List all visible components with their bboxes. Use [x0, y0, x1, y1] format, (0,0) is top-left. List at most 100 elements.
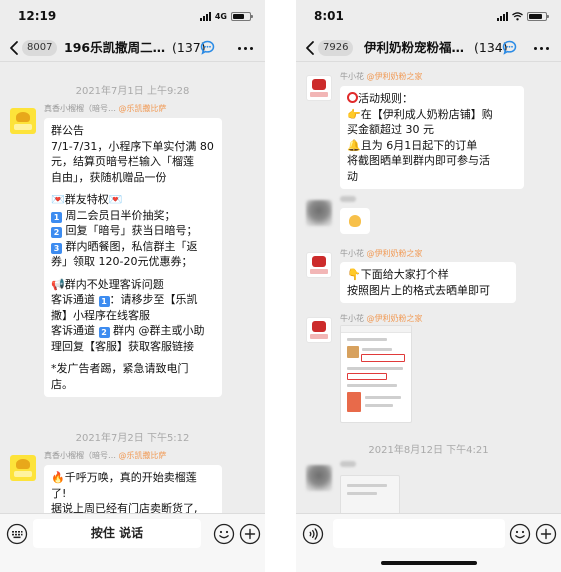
unread-count-badge[interactable]: 7926 — [318, 40, 354, 56]
avatar[interactable] — [306, 200, 332, 226]
message-line: 群友特权 — [64, 193, 109, 206]
more-icon[interactable] — [534, 47, 549, 50]
message-line: 据说上周已经有门店卖断货了, — [51, 502, 198, 513]
chat-header: 8007 196乐凯撒周二… (137) — [0, 34, 265, 62]
keycap-three-icon: 3 — [51, 242, 62, 254]
avatar[interactable] — [10, 108, 36, 134]
message-line: 理回复【客服】获取客服链接 — [51, 339, 194, 353]
back-icon[interactable] — [8, 40, 20, 56]
avatar[interactable] — [306, 317, 332, 343]
message-line: 买金额超过 30 元 — [347, 123, 434, 136]
avatar[interactable] — [306, 465, 332, 491]
message-text-input[interactable] — [333, 519, 505, 548]
sender-group-tag: @乐凯撒比萨 — [118, 104, 167, 113]
heart-icon: 💌 — [108, 193, 123, 206]
avatar[interactable] — [306, 75, 332, 101]
status-indicators: 4G — [199, 10, 253, 22]
sender-name: 真香小榴榴（暗号… @乐凯撒比萨 — [44, 103, 167, 114]
message-line: 店。 — [51, 377, 73, 391]
network-label: 4G — [214, 11, 227, 21]
timestamp: 2021年7月1日 上午9:28 — [75, 86, 190, 97]
chat-header: 7926 伊利奶粉宠粉福… (134) — [296, 34, 561, 62]
sender-nickname: 牛小花 — [340, 249, 364, 258]
more-icon[interactable] — [238, 47, 253, 50]
timestamp: 2021年7月2日 下午5:12 — [75, 433, 190, 444]
keycap-one-icon: 1 — [51, 211, 62, 223]
image-message-thumbnail[interactable] — [340, 325, 412, 423]
hold-to-talk-button[interactable]: 按住 说话 — [33, 519, 201, 548]
avatar[interactable] — [306, 252, 332, 278]
battery-icon — [527, 11, 549, 21]
back-icon[interactable] — [304, 40, 316, 56]
battery-icon — [231, 11, 253, 21]
avatar[interactable] — [10, 455, 36, 481]
thumbnail-text-line — [362, 348, 392, 351]
message-line: 撒】小程序在线客服 — [51, 308, 150, 322]
thumbnail-text-line — [347, 492, 377, 495]
status-time: 8:01 — [314, 9, 344, 23]
thumbnail-text-line — [347, 338, 387, 341]
status-time: 12:19 — [18, 9, 57, 23]
status-bar: 8:01 — [296, 0, 561, 34]
home-indicator[interactable] — [380, 561, 477, 565]
voice-icon[interactable] — [302, 523, 324, 545]
left-phone-screen: 12:19 4G 8007 196乐凯撒周二… (137) 2021年7月1日 … — [0, 0, 265, 572]
message-line: 7/1-7/31，小程序下单实付满 80 — [51, 139, 214, 153]
chat-title: 伊利奶粉宠粉福… — [364, 40, 465, 55]
message-line: 周二会员日半价抽奖； — [65, 208, 176, 222]
sender-nickname: 牛小花 — [340, 72, 364, 81]
unread-count-badge[interactable]: 8007 — [22, 40, 58, 56]
sender-nickname: 真香小榴榴（暗号… — [44, 104, 116, 113]
fire-icon: 🔥 — [51, 471, 65, 484]
wifi-icon — [512, 11, 523, 20]
pointing-hand-icon: 👉 — [347, 107, 361, 121]
message-bubble[interactable]: 👇下面给大家打个样 按照图片上的格式去晒单即可 — [340, 262, 516, 303]
thumbnail-highlight-box — [361, 354, 405, 362]
sender-name: 牛小花 @伊利奶粉之家 — [340, 313, 423, 324]
bell-icon: 🔔 — [347, 138, 361, 152]
thumbnail-text-line — [347, 384, 397, 387]
thumbnail-highlight-box — [347, 373, 387, 380]
timestamp: 2021年8月12日 下午4:21 — [368, 445, 489, 456]
keyboard-icon[interactable] — [6, 523, 28, 545]
message-line: 群内不处理客诉问题 — [64, 277, 164, 291]
sender-name: 牛小花 @伊利奶粉之家 — [340, 248, 423, 259]
emoji-icon[interactable] — [213, 523, 235, 545]
thumbnail-header — [341, 326, 411, 333]
message-bubble[interactable]: 🔥千呼万唤，真的开始卖榴莲 了! 据说上周已经有门店卖断货了, — [44, 465, 222, 513]
keycap-two-icon: 2 — [51, 227, 62, 238]
speech-bubble-icon — [200, 40, 215, 55]
sender-group-tag: @伊利奶粉之家 — [366, 72, 423, 81]
message-line: 且为 6月1日起下的订单 — [360, 138, 478, 152]
message-line: 回复「暗号」获当日暗号； — [65, 224, 198, 237]
status-indicators — [497, 10, 549, 22]
sender-nickname: 真香小榴榴（暗号… — [44, 451, 116, 460]
emoji-icon[interactable] — [509, 523, 531, 545]
message-line: 券」领取 120-20元优惠券； — [51, 255, 193, 268]
red-circle-icon — [347, 92, 358, 103]
image-message-thumbnail[interactable] — [340, 475, 400, 513]
sender-group-tag: @伊利奶粉之家 — [366, 249, 423, 258]
plus-icon[interactable] — [535, 523, 557, 545]
message-line: 下面给大家打个样 — [360, 268, 449, 281]
message-bubble-rules[interactable]: 活动规则： 👉在【伊利成人奶粉店铺】购 买金额超过 30 元 🔔且为 6月1日起… — [340, 86, 524, 189]
message-line: *发广告者踢，紧急请致电门 — [51, 362, 189, 375]
message-line: 群内 @群主或小助 — [113, 324, 205, 337]
status-bar: 12:19 4G — [0, 0, 265, 34]
message-list: 2021年7月1日 上午9:28 真香小榴榴（暗号… @乐凯撒比萨 群公告 7/… — [0, 63, 265, 513]
sender-name-blurred — [340, 196, 356, 202]
sender-name-blurred — [340, 461, 356, 467]
signal-icon — [497, 11, 508, 21]
sticker-message[interactable] — [340, 208, 370, 234]
message-bubble-announcement[interactable]: 群公告 7/1-7/31，小程序下单实付满 80 元，结算页暗号栏输入「榴莲 自… — [44, 118, 222, 397]
plus-icon[interactable] — [239, 523, 261, 545]
speech-bubble-icon — [502, 40, 517, 55]
message-line: 在【伊利成人奶粉店铺】购 — [360, 107, 493, 121]
message-line: 了! — [51, 486, 67, 500]
signal-icon — [199, 11, 211, 21]
sender-name: 牛小花 @伊利奶粉之家 — [340, 71, 423, 82]
thumbnail-text-line — [347, 367, 403, 370]
message-line: 自由」，获随机赠品一份 — [51, 170, 167, 184]
